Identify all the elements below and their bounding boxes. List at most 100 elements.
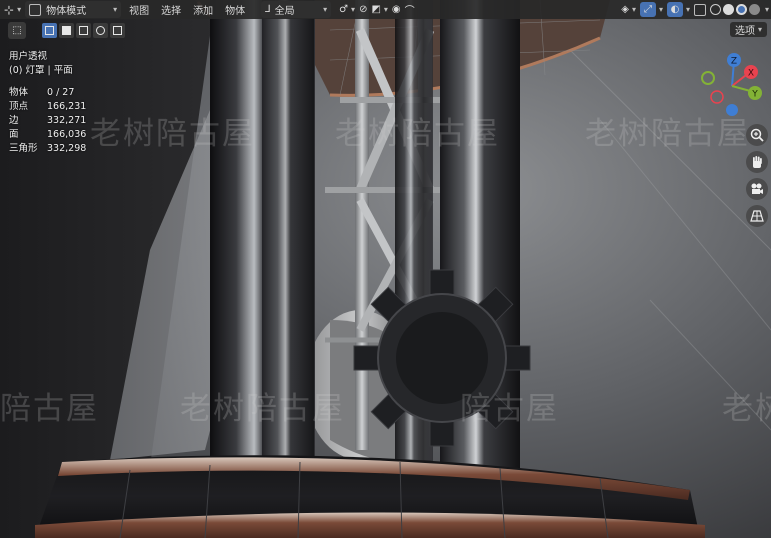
stat-label: 物体 bbox=[9, 87, 29, 98]
options-dropdown[interactable]: 选项 ▾ bbox=[729, 22, 767, 37]
stat-value: 0 / 27 bbox=[47, 87, 75, 98]
active-tool-button[interactable]: ⬚ bbox=[8, 21, 26, 39]
chevron-down-icon: ▾ bbox=[323, 5, 328, 14]
select-mode-subtract[interactable] bbox=[76, 22, 91, 38]
wireframe-shading-icon[interactable] bbox=[709, 4, 721, 15]
navigation-gizmo[interactable]: Z X Y bbox=[698, 52, 766, 118]
snap-target-button[interactable]: ◩ ▾ bbox=[371, 1, 387, 18]
chevron-down-icon: ▾ bbox=[17, 5, 22, 14]
visibility-button[interactable]: ◈ ▾ bbox=[621, 1, 636, 18]
select-extend-icon bbox=[62, 25, 71, 35]
stat-row: 面 166,036 bbox=[9, 128, 86, 142]
options-label: 选项 bbox=[734, 26, 755, 37]
xray-toggle[interactable] bbox=[693, 1, 706, 18]
solid-shading-icon[interactable] bbox=[722, 4, 734, 15]
stat-value: 332,271 bbox=[47, 115, 87, 126]
watermark: 陪古屋 bbox=[0, 391, 99, 427]
pan-button[interactable] bbox=[746, 151, 768, 173]
3d-viewport[interactable]: 老树陪古屋 老树陪古屋 老树陪古屋 陪古屋 老树陪古屋 陪古屋 老树 bbox=[0, 0, 771, 538]
mode-label: 物体模式 bbox=[46, 6, 87, 17]
stat-row: 边 332,271 bbox=[9, 114, 86, 128]
watermark: 老树陪古屋 bbox=[90, 116, 255, 152]
viewport-header: ⊹ ▾ 物体模式 ▾ 视图 选择 添加 物体 ⅃ 全局 ▾ ♂ ▾ ⊘ ◩ ▾ ◉ ⌒ bbox=[0, 0, 771, 19]
select-mode-extend[interactable] bbox=[59, 22, 74, 38]
stat-value: 166,231 bbox=[47, 101, 87, 112]
camera-icon bbox=[751, 183, 763, 194]
select-intersect-icon bbox=[113, 25, 122, 35]
rendered-shading-icon[interactable] bbox=[748, 4, 760, 15]
active-collection-object: (0) 灯罩 | 平面 bbox=[9, 65, 73, 76]
gizmo-icon: ⤢ bbox=[639, 2, 656, 17]
falloff-curve-icon: ⌒ bbox=[404, 6, 415, 17]
magnet-icon: ⊘ bbox=[359, 4, 368, 15]
shading-buttons[interactable]: ▾ bbox=[709, 1, 769, 18]
z-axis-label: Z bbox=[731, 57, 737, 67]
stat-row: 物体 0 / 27 bbox=[9, 86, 86, 100]
orientation-label: 全局 bbox=[274, 6, 295, 17]
overlay-toggle[interactable]: ◐ ▾ bbox=[666, 1, 690, 18]
select-new-icon bbox=[45, 25, 54, 35]
watermark: 老树陪古屋 bbox=[180, 391, 345, 427]
pivot-point-button[interactable]: ♂ ▾ bbox=[339, 1, 355, 18]
cursor-select-icon: ⬚ bbox=[12, 24, 22, 36]
material-shading-icon[interactable] bbox=[735, 4, 747, 15]
menu-add[interactable]: 添加 bbox=[193, 2, 213, 17]
falloff-button[interactable]: ⌒ bbox=[405, 1, 415, 18]
menu-view[interactable]: 视图 bbox=[129, 2, 149, 17]
blender-app: 老树陪古屋 老树陪古屋 老树陪古屋 陪古屋 老树陪古屋 陪古屋 老树 ⊹▾ 物体… bbox=[0, 0, 771, 538]
grid-icon bbox=[750, 210, 764, 222]
tool-header: ⬚ bbox=[0, 21, 127, 39]
editor-type-button[interactable]: ⊹ ▾ bbox=[4, 1, 21, 18]
chevron-down-icon: ▾ bbox=[113, 5, 118, 14]
camera-view-button[interactable] bbox=[746, 178, 768, 200]
snap-toggle[interactable]: ⊘ bbox=[359, 1, 367, 18]
orientation-icon: ⅃ bbox=[265, 4, 271, 15]
hand-icon bbox=[753, 156, 762, 168]
menu-select[interactable]: 选择 bbox=[161, 2, 181, 17]
chevron-down-icon: ▾ bbox=[383, 5, 388, 14]
xray-icon bbox=[693, 3, 706, 16]
transform-orientation-dropdown[interactable]: ⅃ 全局 ▾ bbox=[261, 1, 332, 18]
select-subtract-icon bbox=[79, 25, 88, 35]
snap-icon: ◩ bbox=[371, 4, 381, 15]
y-axis-label: Y bbox=[751, 90, 758, 100]
stat-label: 边 bbox=[9, 115, 19, 126]
chevron-down-icon: ▾ bbox=[658, 5, 663, 14]
stat-label: 三角形 bbox=[9, 143, 38, 154]
watermark: 老树陪古屋 bbox=[335, 116, 500, 152]
object-mode-icon bbox=[29, 3, 42, 16]
x-axis-label: X bbox=[748, 69, 754, 79]
zoom-button[interactable] bbox=[746, 124, 768, 146]
neg-y-handle[interactable] bbox=[701, 71, 715, 85]
view-name: 用户透视 bbox=[9, 51, 48, 62]
proportional-edit-toggle[interactable]: ◉ bbox=[392, 1, 401, 18]
stat-value: 166,036 bbox=[47, 129, 87, 140]
neg-z-handle[interactable] bbox=[726, 104, 738, 116]
proportional-edit-icon: ◉ bbox=[391, 4, 401, 15]
stat-label: 顶点 bbox=[9, 101, 29, 112]
select-mode-new[interactable] bbox=[42, 22, 57, 38]
zoom-icon bbox=[750, 128, 764, 142]
chevron-down-icon: ▾ bbox=[757, 25, 762, 34]
chevron-down-icon: ▾ bbox=[631, 5, 636, 14]
gizmo-toggle[interactable]: ⤢ ▾ bbox=[639, 1, 663, 18]
select-mode-invert[interactable] bbox=[93, 22, 108, 38]
stat-label: 面 bbox=[9, 129, 19, 140]
stat-value: 332,298 bbox=[47, 143, 87, 154]
mode-dropdown[interactable]: 物体模式 ▾ bbox=[25, 1, 122, 18]
chevron-down-icon: ▾ bbox=[351, 5, 356, 14]
menu-object[interactable]: 物体 bbox=[225, 2, 245, 17]
scene-statistics: 物体 0 / 27 顶点 166,231 边 332,271 面 166,036 三角形… bbox=[9, 86, 86, 156]
stat-row: 顶点 166,231 bbox=[9, 100, 86, 114]
watermark: 老树 bbox=[722, 391, 771, 427]
viewport-info: 用户透视 (0) 灯罩 | 平面 物体 0 / 27 顶点 166,231 边 332… bbox=[9, 50, 86, 156]
chevron-down-icon: ▾ bbox=[685, 5, 690, 14]
eye-icon: ◈ bbox=[621, 4, 629, 15]
ortho-toggle-button[interactable] bbox=[746, 205, 768, 227]
select-mode-intersect[interactable] bbox=[110, 22, 125, 38]
link-icon: ♂ bbox=[339, 4, 349, 15]
neg-x-handle[interactable] bbox=[710, 90, 724, 104]
editor-type-icon: ⊹ bbox=[4, 2, 15, 17]
overlay-icon: ◐ bbox=[666, 2, 683, 17]
select-invert-icon bbox=[96, 25, 105, 35]
